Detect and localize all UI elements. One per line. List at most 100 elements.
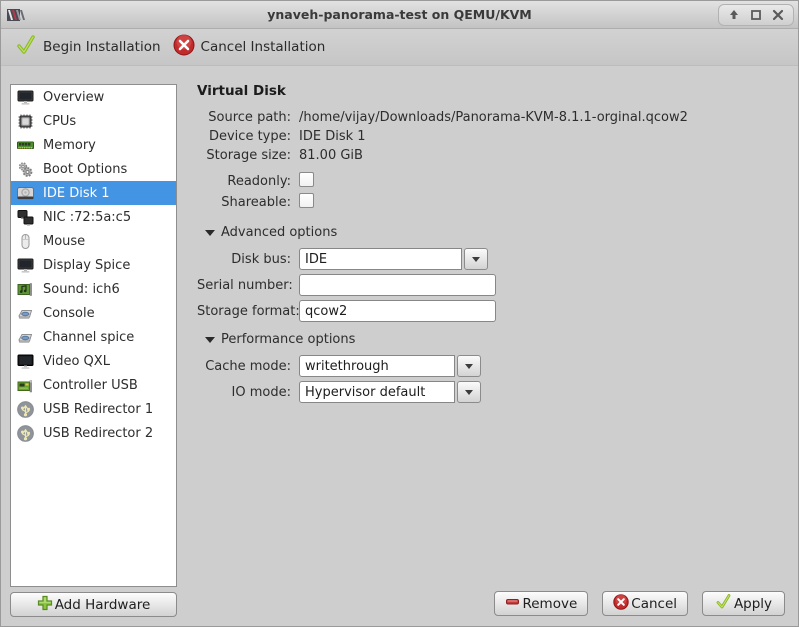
cancel-circle-icon <box>173 34 195 60</box>
sidebar-item-cpus[interactable]: CPUs <box>11 109 176 133</box>
serial-number-input[interactable] <box>299 274 496 296</box>
cancel-button[interactable]: Cancel <box>602 591 688 616</box>
chevron-down-icon <box>472 256 480 262</box>
sidebar-item-channel-spice[interactable]: Channel spice <box>11 325 176 349</box>
cpu-icon <box>16 112 34 130</box>
usb-icon <box>16 400 34 418</box>
sidebar-item-label: Sound: ich6 <box>43 281 120 297</box>
sidebar-item-controller-usb[interactable]: Controller USB <box>11 373 176 397</box>
apply-label: Apply <box>733 595 773 612</box>
storage-size-value: 81.00 GiB <box>299 148 363 163</box>
cache-mode-dropdown-button[interactable] <box>457 355 481 377</box>
serial-number-label: Serial number: <box>197 277 293 293</box>
add-hardware-label: Add Hardware <box>54 596 151 613</box>
shareable-label: Shareable: <box>221 195 291 210</box>
titlebar[interactable]: ynaveh-panorama-test on QEMU/KVM <box>1 1 798 29</box>
sidebar-item-label: Console <box>43 305 95 321</box>
sidebar-item-nic[interactable]: NIC :72:5a:c5 <box>11 205 176 229</box>
sidebar-item-usb-redirector-2[interactable]: USB Redirector 2 <box>11 421 176 445</box>
device-type-row: Device type: IDE Disk 1 <box>197 127 787 146</box>
controller-icon <box>16 376 34 394</box>
usb-icon <box>16 424 34 442</box>
cache-mode-value: writethrough <box>299 355 455 377</box>
toolbar: Begin Installation Cancel Installation <box>1 29 798 66</box>
sidebar-item-video-qxl[interactable]: Video QXL <box>11 349 176 373</box>
network-icon <box>16 208 34 226</box>
cache-mode-row: Cache mode: writethrough <box>197 353 787 379</box>
sidebar-item-label: Memory <box>43 137 96 153</box>
sidebar-item-label: CPUs <box>43 113 77 129</box>
sidebar-item-label: IDE Disk 1 <box>43 185 110 201</box>
plus-icon <box>37 595 53 615</box>
sidebar-item-boot-options[interactable]: Boot Options <box>11 157 176 181</box>
serial-number-row: Serial number: <box>197 272 787 298</box>
io-mode-row: IO mode: Hypervisor default <box>197 379 787 405</box>
disk-bus-row: Disk bus: IDE <box>197 246 787 272</box>
disk-bus-label: Disk bus: <box>231 251 291 267</box>
sidebar-item-label: Video QXL <box>43 353 110 369</box>
remove-button[interactable]: Remove <box>494 591 589 616</box>
io-mode-label: IO mode: <box>231 384 291 400</box>
storage-format-input[interactable] <box>299 300 496 322</box>
sidebar-item-label: Controller USB <box>43 377 138 393</box>
action-buttons: Remove Cancel Apply <box>494 591 785 616</box>
expander-triangle-icon <box>205 229 215 236</box>
io-mode-value: Hypervisor default <box>299 381 455 403</box>
storage-size-label: Storage size: <box>206 148 291 163</box>
begin-installation-button[interactable]: Begin Installation <box>11 30 169 64</box>
maximize-window-button[interactable] <box>747 6 765 24</box>
shareable-row: Shareable: <box>197 192 787 213</box>
serial-icon <box>16 304 34 322</box>
sidebar-item-mouse[interactable]: Mouse <box>11 229 176 253</box>
source-path-label: Source path: <box>208 110 291 125</box>
checkmark-icon <box>715 593 732 614</box>
mouse-icon <box>16 232 34 250</box>
sidebar-item-memory[interactable]: Memory <box>11 133 176 157</box>
sidebar-item-console[interactable]: Console <box>11 301 176 325</box>
sidebar-item-display-spice[interactable]: Display Spice <box>11 253 176 277</box>
source-path-value: /home/vijay/Downloads/Panorama-KVM-8.1.1… <box>299 110 688 125</box>
sidebar-item-label: USB Redirector 1 <box>43 401 154 417</box>
shareable-checkbox[interactable] <box>299 193 314 208</box>
disk-bus-combobox[interactable]: IDE <box>299 248 787 270</box>
monitor-icon <box>16 256 34 274</box>
apply-button[interactable]: Apply <box>702 591 785 616</box>
minus-icon <box>505 594 520 613</box>
cancel-installation-label: Cancel Installation <box>200 39 326 55</box>
source-path-row: Source path: /home/vijay/Downloads/Panor… <box>197 108 787 127</box>
memory-icon <box>16 136 34 154</box>
disk-bus-dropdown-button[interactable] <box>464 248 488 270</box>
close-window-button[interactable] <box>769 6 787 24</box>
performance-options-expander[interactable]: Performance options <box>205 332 787 347</box>
sidebar-item-overview[interactable]: Overview <box>11 85 176 109</box>
cancel-label: Cancel <box>631 595 677 612</box>
begin-installation-label: Begin Installation <box>43 39 161 55</box>
readonly-checkbox[interactable] <box>299 172 314 187</box>
sidebar-item-label: NIC :72:5a:c5 <box>43 209 132 225</box>
sidebar-item-ide-disk-1[interactable]: IDE Disk 1 <box>11 181 176 205</box>
io-mode-dropdown-button[interactable] <box>457 381 481 403</box>
device-type-label: Device type: <box>208 129 291 144</box>
vm-details-window: ynaveh-panorama-test on QEMU/KVM Begin I… <box>0 0 799 627</box>
remove-label: Remove <box>522 595 578 612</box>
add-hardware-button[interactable]: Add Hardware <box>10 592 177 617</box>
sidebar-item-sound[interactable]: Sound: ich6 <box>11 277 176 301</box>
performance-options-label: Performance options <box>221 332 356 347</box>
cache-mode-label: Cache mode: <box>205 358 291 374</box>
cancel-installation-button[interactable]: Cancel Installation <box>169 30 334 64</box>
sidebar-item-label: Channel spice <box>43 329 135 345</box>
harddisk-icon <box>16 184 34 202</box>
io-mode-combobox[interactable]: Hypervisor default <box>299 381 787 403</box>
shade-window-button[interactable] <box>725 6 743 24</box>
sidebar-item-label: Display Spice <box>43 257 131 273</box>
hardware-list: Overview CPUs Memory Boot Options IDE Di <box>10 84 177 587</box>
soundcard-icon <box>16 280 34 298</box>
cache-mode-combobox[interactable]: writethrough <box>299 355 787 377</box>
sidebar-item-usb-redirector-1[interactable]: USB Redirector 1 <box>11 397 176 421</box>
panel-title: Virtual Disk <box>197 83 286 99</box>
readonly-label: Readonly: <box>227 174 291 189</box>
cancel-circle-icon <box>613 593 629 614</box>
window-controls <box>718 4 794 26</box>
advanced-options-expander[interactable]: Advanced options <box>205 225 787 240</box>
sidebar-item-label: Overview <box>43 89 105 105</box>
